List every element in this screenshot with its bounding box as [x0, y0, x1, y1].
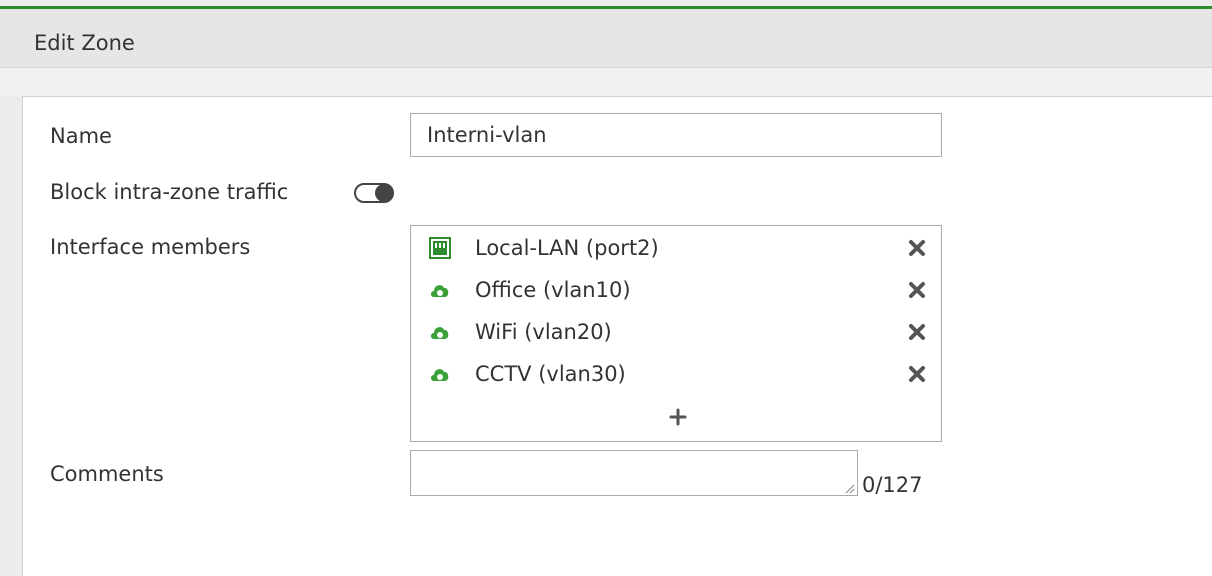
member-label: CCTV (vlan30) — [475, 362, 626, 386]
member-item-wifi[interactable]: WiFi (vlan20) — [429, 318, 929, 348]
remove-icon[interactable] — [905, 236, 929, 260]
name-label: Name — [50, 124, 112, 148]
vlan-interface-icon — [431, 285, 449, 297]
comments-char-count: 0/127 — [862, 473, 923, 497]
remove-icon[interactable] — [905, 278, 929, 302]
member-item-local-lan[interactable]: Local-LAN (port2) — [429, 234, 929, 264]
toggle-knob — [375, 184, 393, 202]
block-intra-zone-toggle[interactable] — [354, 183, 394, 203]
member-label: Office (vlan10) — [475, 278, 631, 302]
member-label: WiFi (vlan20) — [475, 320, 612, 344]
member-item-cctv[interactable]: CCTV (vlan30) — [429, 360, 929, 390]
page-title: Edit Zone — [34, 31, 135, 55]
name-input[interactable] — [410, 113, 942, 157]
header-spacer — [0, 68, 1212, 96]
add-member-icon[interactable] — [667, 406, 689, 428]
remove-icon[interactable] — [905, 320, 929, 344]
member-label: Local-LAN (port2) — [475, 236, 659, 260]
resize-grip-icon[interactable] — [843, 482, 855, 494]
interface-members-list[interactable]: Local-LAN (port2) Office (vlan10) WiFi (… — [410, 225, 942, 442]
remove-icon[interactable] — [905, 362, 929, 386]
block-intra-zone-label: Block intra-zone traffic — [50, 180, 289, 204]
dialog-header: Edit Zone — [0, 9, 1212, 68]
vlan-interface-icon — [431, 369, 449, 381]
comments-textarea[interactable] — [410, 450, 858, 496]
interface-members-label: Interface members — [50, 235, 251, 259]
vlan-interface-icon — [431, 327, 449, 339]
member-item-office[interactable]: Office (vlan10) — [429, 276, 929, 306]
physical-port-icon — [429, 237, 451, 259]
comments-label: Comments — [50, 462, 164, 486]
